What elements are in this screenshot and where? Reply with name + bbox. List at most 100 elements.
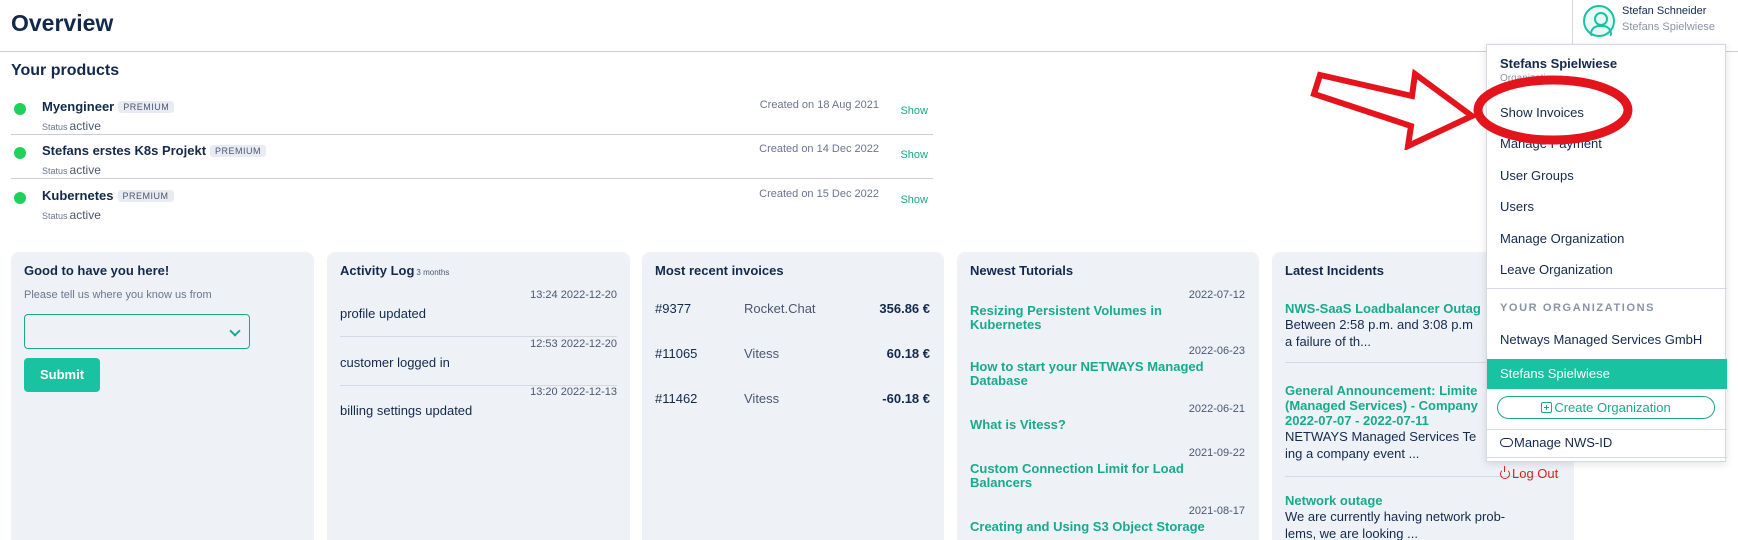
menu-item-manage-nws-id[interactable]: Manage NWS-ID [1500, 435, 1612, 450]
activity-time: 12:53 2022-12-20 [530, 338, 617, 350]
product-created-date: Created on 18 Aug 2021 [759, 99, 879, 111]
product-name[interactable]: Kubernetes PREMIUM [42, 188, 174, 203]
plus-icon [1541, 402, 1553, 413]
create-organization-label: Create Organization [1554, 400, 1671, 415]
id-icon [1500, 438, 1513, 447]
power-icon [1500, 466, 1510, 479]
status-label: Status [42, 211, 68, 221]
invoice-amount: -60.18 € [882, 391, 930, 406]
chevron-down-icon [229, 325, 241, 337]
menu-item-leave-organization[interactable]: Leave Organization [1500, 262, 1613, 277]
invoice-amount: 60.18 € [886, 346, 930, 361]
product-row: Myengineer PREMIUM Status active Created o… [11, 91, 933, 135]
activity-item: 13:20 2022-12-13 billing settings update… [340, 386, 617, 434]
incident-text: We are currently having network prob- [1285, 509, 1506, 524]
tutorial-date: 2022-06-23 [1188, 345, 1245, 357]
invoice-amount: 356.86 € [879, 301, 930, 316]
product-status: Status active [42, 117, 101, 135]
top-bar: Overview Stefan Schneider Stefans Spielw… [0, 0, 1738, 52]
invoice-product: Rocket.Chat [744, 301, 816, 316]
incident-item[interactable]: Network outage We are currently having n… [1285, 493, 1560, 540]
activity-log-period: 3 months [416, 268, 450, 277]
invoice-row[interactable]: #9377 Rocket.Chat 356.86 € [655, 301, 930, 321]
status-value: active [69, 119, 101, 133]
product-created-date: Created on 15 Dec 2022 [759, 188, 879, 200]
show-product-link[interactable]: Show [900, 105, 928, 117]
product-status: Status active [42, 161, 101, 179]
product-created-date: Created on 14 Dec 2022 [759, 143, 879, 155]
status-active-icon [14, 192, 26, 204]
invoice-product: Vitess [744, 391, 780, 406]
page-title: Overview [11, 10, 114, 36]
invoice-number: #11065 [655, 346, 698, 361]
status-value: active [69, 163, 101, 177]
annotation-arrow-shape [1310, 68, 1478, 150]
activity-text: customer logged in [340, 355, 450, 370]
divider [1487, 429, 1727, 430]
product-name-text: Kubernetes [42, 188, 114, 203]
manage-nws-id-label: Manage NWS-ID [1514, 435, 1613, 450]
product-name-text: Myengineer [42, 99, 115, 114]
your-organizations-heading: YOUR ORGANIZATIONS [1500, 302, 1656, 314]
incident-text: lems, we are looking ... [1285, 526, 1418, 540]
org-item-netways[interactable]: Netways Managed Services GmbH [1500, 332, 1702, 347]
product-name[interactable]: Myengineer PREMIUM [42, 99, 175, 114]
show-product-link[interactable]: Show [900, 194, 928, 206]
products-title: Your products [11, 62, 120, 79]
divider [1487, 288, 1727, 289]
referral-select[interactable] [24, 314, 250, 349]
activity-item: 12:53 2022-12-20 customer logged in [340, 338, 617, 386]
tutorial-date: 2021-08-17 [1188, 505, 1245, 517]
invoice-number: #9377 [655, 301, 692, 316]
menu-item-logout[interactable]: Log Out [1500, 466, 1558, 481]
incidents-title: Latest Incidents [1285, 263, 1384, 278]
menu-item-users[interactable]: Users [1500, 199, 1534, 214]
tutorial-link[interactable]: Custom Connection Limit for Load Balance… [970, 462, 1230, 490]
menu-item-user-groups[interactable]: User Groups [1500, 168, 1574, 183]
invoice-row[interactable]: #11065 Vitess 60.18 € [655, 346, 930, 366]
welcome-card: Good to have you here! Please tell us wh… [11, 252, 314, 540]
user-menu-toggle[interactable]: Stefan Schneider Stefans Spielwiese [1572, 0, 1738, 44]
menu-item-manage-organization[interactable]: Manage Organization [1500, 231, 1624, 246]
activity-log-title: Activity Log 3 months [340, 263, 449, 278]
tutorial-link[interactable]: Resizing Persistent Volumes in Kubernete… [970, 304, 1230, 332]
activity-log-title-text: Activity Log [340, 263, 415, 278]
tutorial-date: 2022-06-21 [1188, 403, 1245, 415]
activity-item: 13:24 2022-12-20 profile updated [340, 289, 617, 337]
tutorial-link[interactable]: How to start your NETWAYS Managed Databa… [970, 360, 1230, 388]
logout-label: Log Out [1512, 466, 1559, 481]
status-value: active [69, 208, 101, 222]
status-label: Status [42, 122, 68, 132]
invoice-row[interactable]: #11462 Vitess -60.18 € [655, 391, 930, 411]
tutorial-date: 2021-09-22 [1188, 447, 1245, 459]
referral-hint: Please tell us where you know us from [24, 289, 212, 301]
create-organization-button[interactable]: Create Organization [1497, 396, 1715, 419]
tutorial-date: 2022-07-12 [1188, 289, 1245, 301]
avatar-icon[interactable] [1583, 5, 1615, 37]
activity-time: 13:20 2022-12-13 [530, 386, 617, 398]
show-product-link[interactable]: Show [900, 149, 928, 161]
org-item-active[interactable]: Stefans Spielwiese [1487, 359, 1727, 389]
tutorials-title: Newest Tutorials [970, 263, 1074, 278]
product-row: Stefans erstes K8s Projekt PREMIUM Status… [11, 135, 933, 179]
activity-log-card: Activity Log 3 months 13:24 2022-12-20 pr… [327, 252, 630, 540]
tutorials-card: Newest Tutorials 2022-07-12 Resizing Per… [957, 252, 1259, 540]
activity-text: profile updated [340, 306, 427, 321]
annotation-ellipse [1473, 75, 1633, 145]
tutorial-link[interactable]: Creating and Using S3 Object Storage [970, 520, 1230, 534]
product-name[interactable]: Stefans erstes K8s Projekt PREMIUM [42, 143, 267, 158]
status-label: Status [42, 166, 68, 176]
product-name-text: Stefans erstes K8s Projekt [42, 143, 207, 158]
incident-title: Network outage [1285, 493, 1383, 508]
user-name: Stefan Schneider [1622, 5, 1707, 17]
tutorial-link[interactable]: What is Vitess? [970, 418, 1230, 432]
premium-badge: PREMIUM [118, 101, 175, 113]
divider [1487, 457, 1727, 458]
product-row: Kubernetes PREMIUM Status active Created o… [11, 180, 933, 224]
annotation-arrow-highlight [1310, 68, 1633, 150]
invoices-title: Most recent invoices [655, 263, 784, 278]
submit-button[interactable]: Submit [24, 358, 100, 392]
invoice-product: Vitess [744, 346, 780, 361]
activity-time: 13:24 2022-12-20 [530, 289, 617, 301]
product-status: Status active [42, 206, 101, 224]
